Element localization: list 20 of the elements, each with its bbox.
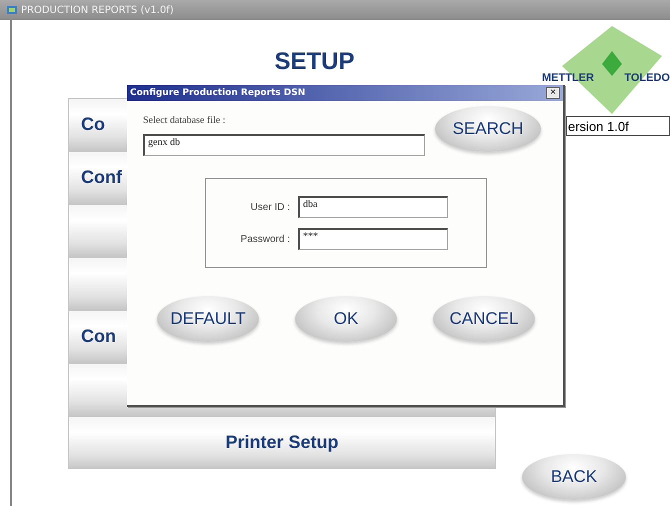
database-file-field[interactable]: genx db bbox=[143, 134, 425, 156]
page-heading: SETUP bbox=[273, 48, 356, 76]
dialog-button[interactable]: CANCEL bbox=[433, 296, 535, 342]
dialog-button[interactable]: DEFAULT bbox=[157, 296, 259, 342]
input-field[interactable]: dba bbox=[298, 196, 448, 218]
search-button[interactable]: SEARCH bbox=[435, 106, 541, 152]
input-field[interactable]: *** bbox=[298, 228, 448, 250]
field-label: Password : bbox=[240, 234, 290, 244]
menu-button[interactable]: Printer Setup bbox=[68, 416, 496, 469]
dialog-title: Configure Production Reports DSN bbox=[130, 88, 306, 98]
window-title: PRODUCTION REPORTS (v1.0f) bbox=[21, 4, 174, 16]
logo-text: TOLEDO bbox=[624, 72, 670, 84]
logo-text: METTLER bbox=[542, 72, 594, 84]
version-label: ersion 1.0f bbox=[566, 116, 670, 136]
back-button[interactable]: BACK bbox=[522, 454, 626, 500]
file-label: Select database file : bbox=[143, 115, 226, 126]
app-icon bbox=[6, 4, 18, 16]
close-button[interactable]: × bbox=[546, 87, 560, 99]
field-label: User ID : bbox=[250, 202, 290, 212]
dialog-button[interactable]: OK bbox=[295, 296, 397, 342]
